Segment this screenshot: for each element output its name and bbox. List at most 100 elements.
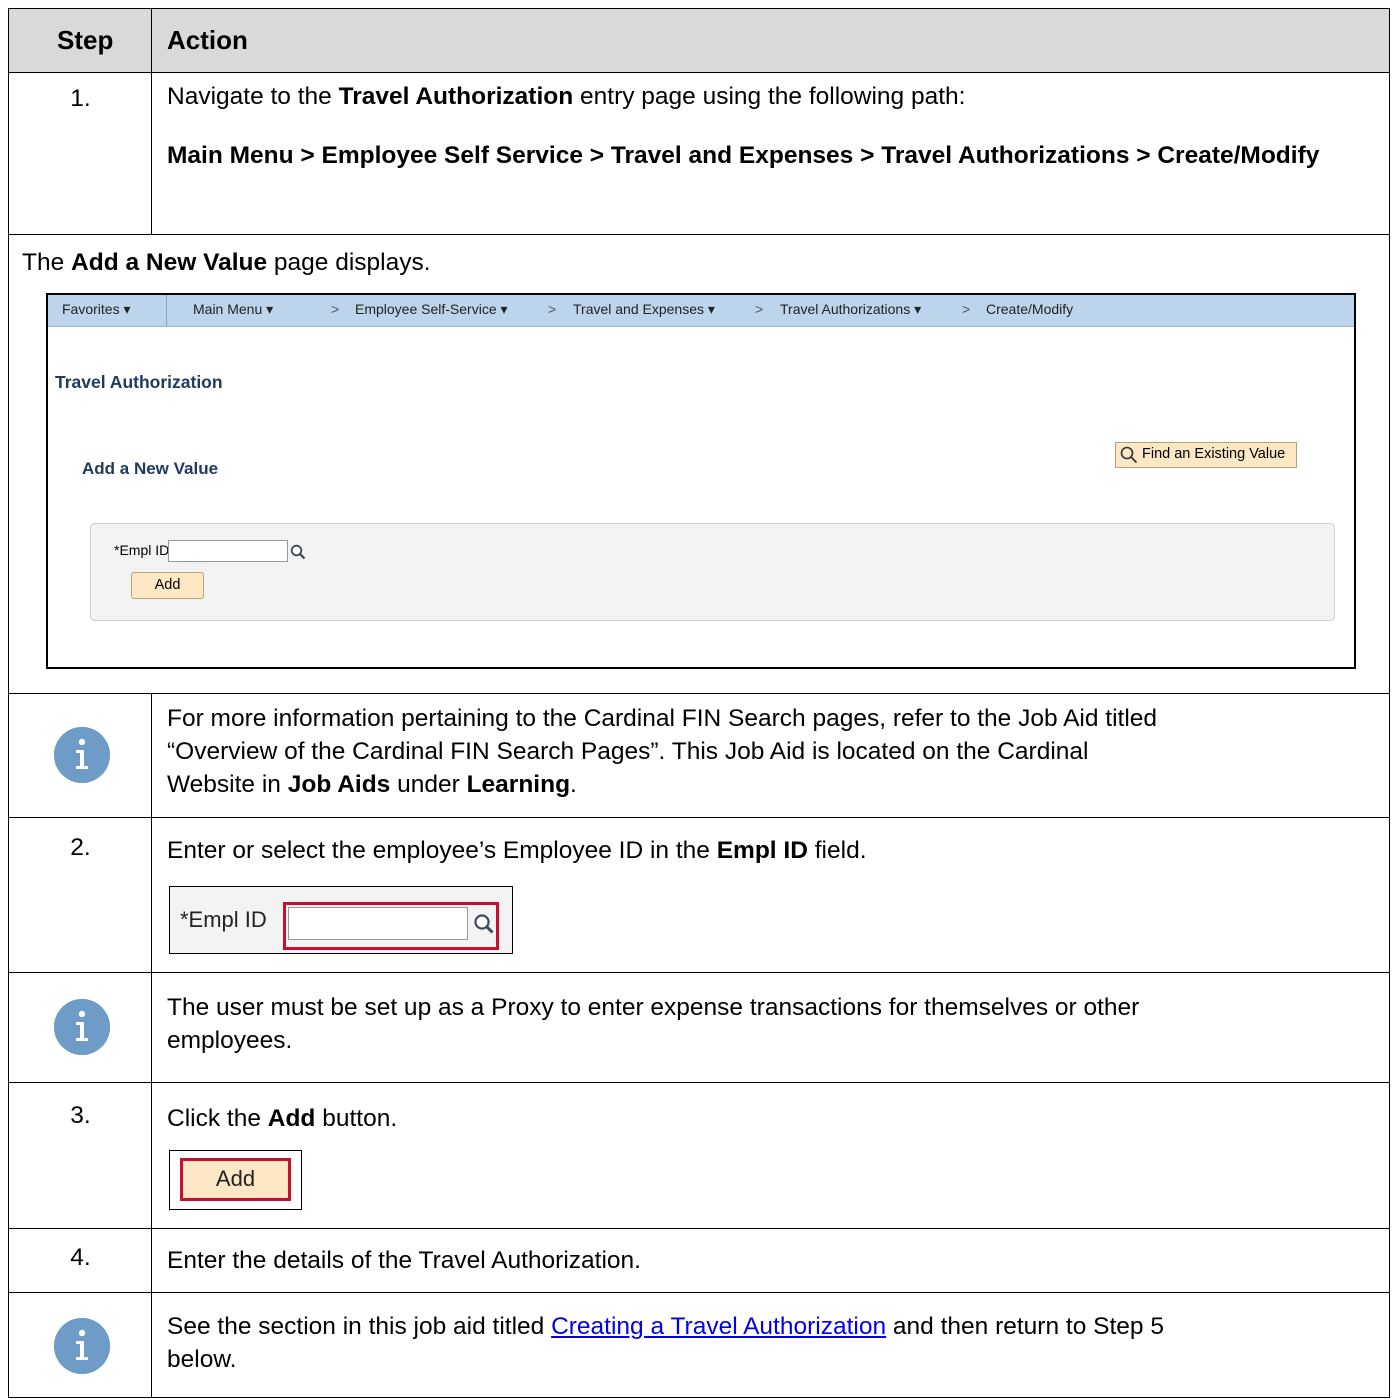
action-cell: Navigate to the Travel Authorization ent…	[152, 73, 1389, 234]
text-run: entry page using the following path:	[573, 83, 966, 110]
text-run: under	[390, 771, 467, 798]
text-line: For more information pertaining to the C…	[167, 705, 1158, 732]
step-2-row: 2. Enter or select the employee’s Employ…	[9, 818, 1389, 973]
step-cell: 2.	[9, 818, 152, 972]
breadcrumb-separator: >	[962, 301, 971, 317]
highlighted-add-button[interactable]: Add	[180, 1158, 291, 1201]
info-icon	[54, 999, 110, 1055]
text-line: The user must be set up as a Proxy to en…	[167, 994, 1140, 1021]
bold-run: Empl ID	[716, 837, 808, 864]
info-2-text: The user must be set up as a Proxy to en…	[167, 991, 1387, 1057]
bold-run: Add	[267, 1105, 316, 1132]
action-cell: Enter or select the employee’s Employee …	[152, 818, 1389, 972]
action-cell: Enter the details of the Travel Authoriz…	[152, 1229, 1389, 1292]
step-4-text: Enter the details of the Travel Authoriz…	[167, 1247, 641, 1274]
text-run: and then return to Step 5	[886, 1313, 1164, 1340]
lookup-search-icon[interactable]	[473, 913, 495, 935]
step-cell: 1.	[9, 73, 152, 234]
text-line: See the section in this job aid titled C…	[167, 1310, 1387, 1343]
step-cell: 4.	[9, 1229, 152, 1292]
add-button[interactable]: Add	[131, 572, 204, 599]
breadcrumb-separator: >	[755, 301, 764, 317]
breadcrumb-employee-self-service[interactable]: Employee Self-Service ▾	[355, 301, 508, 318]
step-4-row: 4. Enter the details of the Travel Autho…	[9, 1229, 1389, 1293]
empl-id-label: *Empl ID	[180, 907, 267, 932]
navigation-bar: Favorites ▾ Main Menu ▾ > Employee Self-…	[48, 295, 1354, 327]
text-line: employees.	[167, 1027, 293, 1054]
icon-cell	[9, 694, 152, 817]
step-1-row: 1. Navigate to the Travel Authorization …	[9, 73, 1389, 235]
add-value-row: The Add a New Value page displays. Favor…	[9, 235, 1389, 694]
search-panel	[90, 523, 1335, 621]
info-icon	[54, 727, 110, 783]
breadcrumb-travel-authorizations[interactable]: Travel Authorizations ▾	[780, 301, 921, 318]
add-value-text: The Add a New Value page displays.	[22, 246, 431, 279]
header-step: Step	[57, 25, 114, 55]
text-run: See the section in this job aid titled	[167, 1313, 552, 1340]
page-title: Travel Authorization	[55, 372, 223, 392]
icon-cell	[9, 1293, 152, 1397]
step-cell: 3.	[9, 1083, 152, 1228]
breadcrumb-create-modify[interactable]: Create/Modify	[986, 301, 1073, 317]
empl-id-input[interactable]	[288, 907, 468, 940]
breadcrumb-separator: >	[331, 301, 340, 317]
breadcrumb-separator: >	[548, 301, 557, 317]
bold-run: Add a New Value	[71, 249, 268, 276]
favorites-menu[interactable]: Favorites ▾	[62, 301, 131, 318]
procedure-table: Step Action 1. Navigate to the Travel Au…	[8, 8, 1390, 1398]
bold-run: Job Aids	[287, 771, 391, 798]
empl-id-input[interactable]	[168, 540, 288, 562]
text-run: field.	[807, 837, 867, 864]
info-text-cell: See the section in this job aid titled C…	[152, 1293, 1389, 1397]
main-menu[interactable]: Main Menu ▾	[193, 301, 273, 318]
text-run: Enter or select the employee’s Employee …	[167, 837, 717, 864]
breadcrumb-travel-expenses[interactable]: Travel and Expenses ▾	[573, 301, 715, 318]
text-run: Website in	[167, 771, 288, 798]
find-existing-value-label: Find an Existing Value	[1142, 446, 1286, 462]
info-text-cell: For more information pertaining to the C…	[152, 694, 1389, 817]
find-existing-value-button[interactable]: Find an Existing Value	[1115, 442, 1297, 468]
step-1-text: Navigate to the Travel Authorization ent…	[167, 80, 1377, 113]
info-1-text: For more information pertaining to the C…	[167, 702, 1387, 801]
step-number: 2.	[70, 834, 91, 861]
search-icon	[1120, 446, 1138, 464]
empl-id-screenshot: *Empl ID	[169, 886, 513, 954]
text-line: “Overview of the Cardinal FIN Search Pag…	[167, 738, 1089, 765]
header-step-cell: Step	[9, 9, 152, 72]
section-title: Add a New Value	[82, 459, 219, 478]
add-new-value-screenshot: Favorites ▾ Main Menu ▾ > Employee Self-…	[46, 293, 1356, 669]
add-button-screenshot: Add	[169, 1150, 302, 1210]
empl-id-label: *Empl ID	[114, 542, 170, 558]
highlighted-empl-id-field	[283, 902, 499, 950]
text-run: button.	[315, 1105, 398, 1132]
text-run: .	[570, 771, 577, 798]
text-run: page displays.	[267, 249, 431, 276]
step-2-text: Enter or select the employee’s Employee …	[167, 834, 867, 867]
info-row-1: For more information pertaining to the C…	[9, 694, 1389, 818]
step-number: 4.	[70, 1244, 91, 1271]
header-action-cell: Action	[152, 9, 1389, 72]
text-run: Navigate to the	[167, 83, 339, 110]
step-3-text: Click the Add button.	[167, 1102, 397, 1135]
lookup-search-icon[interactable]	[290, 544, 306, 560]
info-icon	[54, 1318, 110, 1374]
action-cell: Click the Add button. Add	[152, 1083, 1389, 1228]
text-line: Website in Job Aids under Learning.	[167, 768, 1387, 801]
navigation-path: Main Menu > Employee Self Service > Trav…	[167, 142, 1320, 169]
header-action: Action	[167, 25, 248, 55]
bold-run: Learning	[466, 771, 571, 798]
step-number: 3.	[70, 1102, 91, 1129]
info-text-cell: The user must be set up as a Proxy to en…	[152, 973, 1389, 1082]
text-run: The	[22, 249, 72, 276]
step-number: 1.	[70, 85, 91, 112]
text-line: below.	[167, 1346, 237, 1373]
info-row-3: See the section in this job aid titled C…	[9, 1293, 1389, 1397]
text-run: Click the	[167, 1105, 268, 1132]
info-row-2: The user must be set up as a Proxy to en…	[9, 973, 1389, 1083]
bold-run: Travel Authorization	[338, 83, 574, 110]
nav-divider	[166, 295, 167, 326]
icon-cell	[9, 973, 152, 1082]
step-3-row: 3. Click the Add button. Add	[9, 1083, 1389, 1229]
info-3-text: See the section in this job aid titled C…	[167, 1310, 1387, 1376]
creating-travel-authorization-link[interactable]: Creating a Travel Authorization	[551, 1313, 886, 1340]
